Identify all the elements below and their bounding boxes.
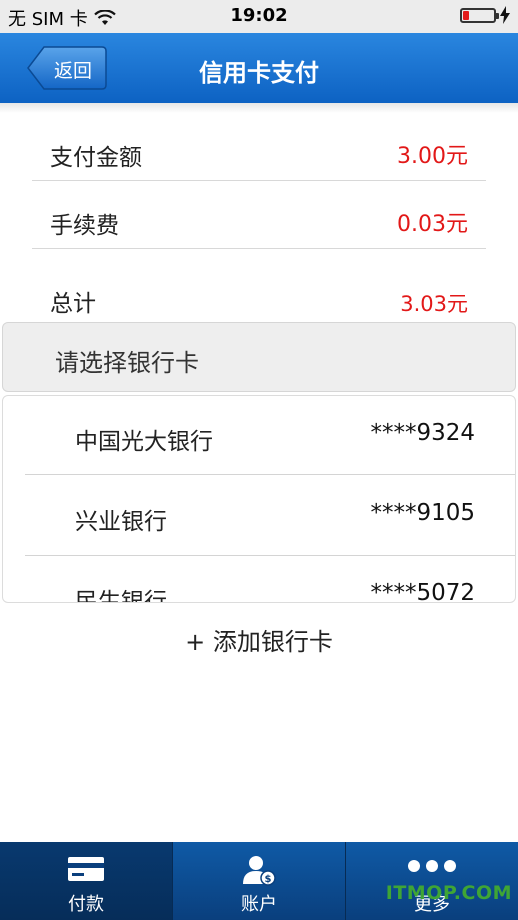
- amount-row: 支付金额 3.00元: [32, 138, 486, 171]
- more-icon: [408, 860, 456, 872]
- charging-bolt-icon: [500, 6, 510, 24]
- bank-card-item[interactable]: 兴业银行 ****9105: [3, 476, 515, 556]
- status-bar: 无 SIM 卡 19:02: [0, 0, 518, 33]
- card-number: ****9324: [370, 420, 475, 446]
- divider: [32, 248, 486, 249]
- tab-account[interactable]: $ 账户: [173, 842, 345, 920]
- tab-pay[interactable]: 付款: [0, 842, 172, 920]
- tab-pay-label: 付款: [68, 894, 104, 915]
- total-value: 3.03元: [400, 292, 468, 316]
- card-number: ****9105: [370, 500, 475, 526]
- fee-label: 手续费: [50, 213, 119, 239]
- bank-name: 兴业银行: [75, 509, 167, 535]
- tab-bar: 付款 $ 账户 更多: [0, 842, 518, 920]
- bank-card-list[interactable]: 中国光大银行 ****9324 兴业银行 ****9105 民生银行 ****5…: [2, 395, 516, 603]
- divider: [25, 474, 515, 475]
- bank-name: 中国光大银行: [75, 429, 213, 455]
- svg-text:$: $: [265, 874, 272, 885]
- tab-more[interactable]: 更多: [346, 842, 518, 920]
- page-title: 信用卡支付: [199, 59, 319, 87]
- nav-bar: 返回 信用卡支付: [0, 33, 518, 104]
- status-time: 19:02: [230, 5, 288, 26]
- fee-value: 0.03元: [397, 212, 468, 237]
- fee-row: 手续费 0.03元: [32, 206, 486, 239]
- add-bank-card-button[interactable]: + 添加银行卡: [0, 622, 518, 657]
- account-icon: $: [243, 856, 276, 886]
- bank-select-header: 请选择银行卡: [2, 322, 516, 392]
- total-row: 总计 3.03元: [32, 284, 486, 317]
- nav-shadow: [0, 103, 518, 113]
- bank-card-item[interactable]: 中国光大银行 ****9324: [3, 396, 515, 476]
- divider: [32, 180, 486, 181]
- total-label: 总计: [50, 291, 96, 317]
- amount-value: 3.00元: [397, 144, 468, 169]
- watermark: ITMOP.COM: [385, 882, 512, 904]
- card-number: ****5072: [370, 580, 475, 603]
- bank-name: 民生银行: [75, 589, 167, 603]
- bank-card-item[interactable]: 民生银行 ****5072: [3, 556, 515, 603]
- amount-label: 支付金额: [50, 145, 142, 171]
- bank-select-title: 请选择银行卡: [55, 349, 199, 377]
- tab-account-label: 账户: [241, 894, 277, 915]
- battery-icon: [460, 8, 499, 23]
- card-icon: [68, 857, 104, 881]
